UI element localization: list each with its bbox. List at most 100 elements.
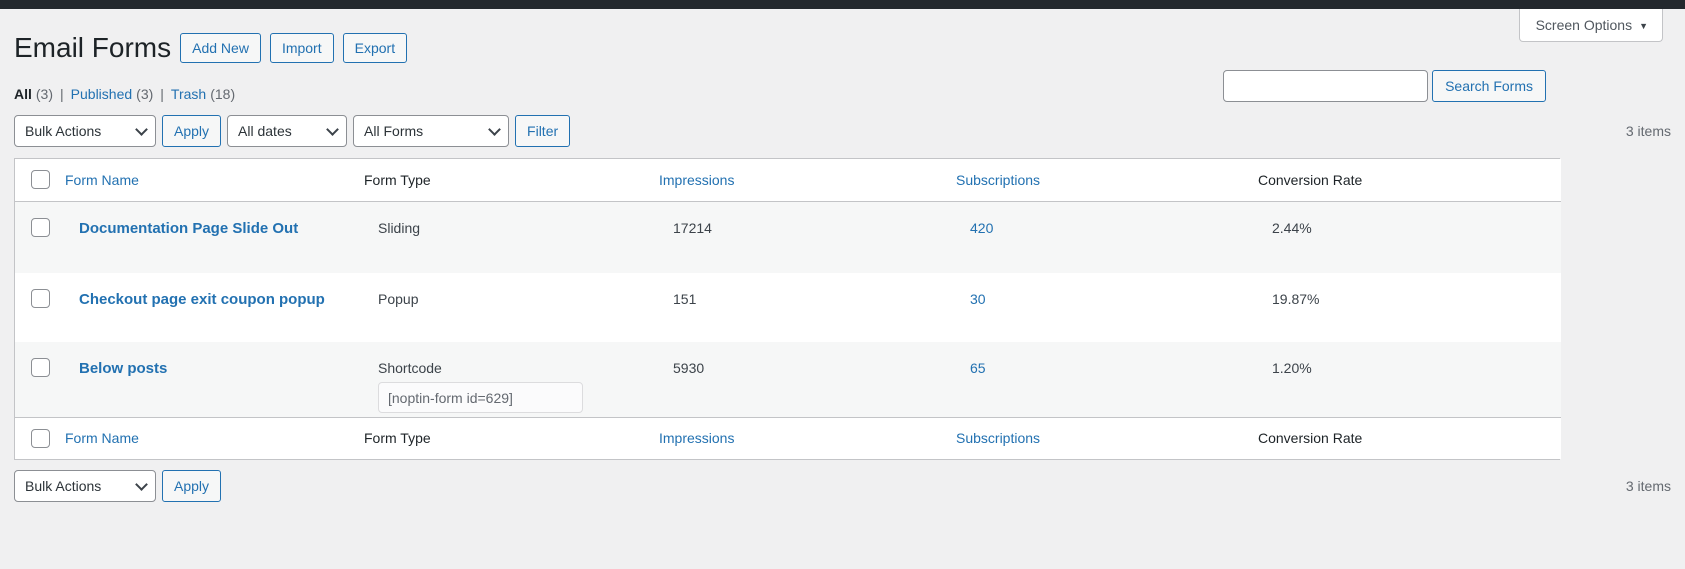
form-name-link[interactable]: Checkout page exit coupon popup bbox=[79, 291, 325, 308]
select-all-checkbox-bottom[interactable] bbox=[31, 429, 50, 448]
row-checkbox-wrap bbox=[15, 342, 65, 377]
column-footer-form-name[interactable]: Form Name bbox=[65, 417, 364, 459]
row-type-cell: Shortcode bbox=[364, 342, 659, 417]
row-name-cell: Checkout page exit coupon popup bbox=[65, 273, 364, 342]
status-filter-links: All (3) | Published (3) | Trash (18) bbox=[14, 86, 235, 102]
column-footer-form-type: Form Type bbox=[364, 417, 659, 459]
row-checkbox-cell bbox=[15, 273, 65, 342]
row-type-wrap: Popup bbox=[364, 273, 659, 307]
impressions-value: 5930 bbox=[673, 360, 704, 376]
filter-button[interactable]: Filter bbox=[515, 115, 570, 147]
row-impressions-cell: 5930 bbox=[659, 342, 956, 417]
tablenav-top-actions: Bulk Actions Apply All dates All Forms F… bbox=[14, 115, 570, 147]
row-subscriptions-wrap: 30 bbox=[956, 273, 1258, 307]
column-header-conversion-rate: Conversion Rate bbox=[1258, 159, 1561, 201]
import-button[interactable]: Import bbox=[270, 33, 334, 63]
shortcode-label: Shortcode bbox=[378, 360, 659, 376]
row-checkbox[interactable] bbox=[31, 289, 50, 308]
form-type-value: Popup bbox=[378, 291, 418, 307]
row-subscriptions-cell: 30 bbox=[956, 273, 1258, 342]
row-conversion-wrap: 19.87% bbox=[1258, 273, 1561, 307]
form-name-link[interactable]: Documentation Page Slide Out bbox=[79, 220, 298, 237]
search-input[interactable] bbox=[1223, 70, 1428, 102]
filter-link-all[interactable]: All bbox=[14, 86, 32, 102]
column-footer-conversion-rate: Conversion Rate bbox=[1258, 417, 1561, 459]
tablenav-bottom-actions: Bulk Actions Apply bbox=[14, 470, 221, 502]
subscriptions-link[interactable]: 65 bbox=[970, 360, 986, 376]
add-new-button[interactable]: Add New bbox=[180, 33, 261, 63]
filter-link-trash-wrap: Trash (18) bbox=[171, 86, 235, 102]
form-filter-select[interactable]: All Forms bbox=[353, 115, 509, 147]
row-name-wrap: Below posts bbox=[65, 342, 364, 377]
row-checkbox-align bbox=[15, 289, 65, 308]
row-impressions-wrap: 5930 bbox=[659, 342, 956, 376]
row-subscriptions-wrap: 420 bbox=[956, 202, 1258, 236]
export-button[interactable]: Export bbox=[343, 33, 407, 63]
column-footer-impressions[interactable]: Impressions bbox=[659, 417, 956, 459]
row-checkbox[interactable] bbox=[31, 218, 50, 237]
chevron-down-icon bbox=[135, 123, 148, 136]
row-conversion-cell: 19.87% bbox=[1258, 273, 1561, 342]
conversion-rate-value: 2.44% bbox=[1272, 220, 1312, 236]
select-all-checkbox-top[interactable] bbox=[31, 170, 50, 189]
row-type-cell: Sliding bbox=[364, 201, 659, 273]
select-all-header bbox=[15, 159, 65, 201]
column-header-form-type: Form Type bbox=[364, 159, 659, 201]
table-footer-row: Form Name Form Type Impressions Subscrip… bbox=[15, 417, 1561, 459]
screen-meta-links: Screen Options ▼ bbox=[1519, 9, 1663, 42]
search-forms-button[interactable]: Search Forms bbox=[1432, 70, 1546, 102]
column-header-impressions[interactable]: Impressions bbox=[659, 159, 956, 201]
row-subscriptions-cell: 420 bbox=[956, 201, 1258, 273]
column-footer-form-name-label: Form Name bbox=[65, 430, 139, 446]
forms-list-table: Form Name Form Type Impressions Subscrip… bbox=[14, 158, 1560, 460]
tablenav-top: Bulk Actions Apply All dates All Forms F… bbox=[14, 115, 1671, 147]
apply-button-bottom[interactable]: Apply bbox=[162, 470, 221, 502]
conversion-rate-value: 19.87% bbox=[1272, 291, 1319, 307]
screen-options-label: Screen Options bbox=[1536, 17, 1633, 33]
select-all-footer bbox=[15, 417, 65, 459]
select-all-wrap bbox=[15, 170, 65, 189]
form-name-link[interactable]: Below posts bbox=[79, 360, 167, 377]
row-name-cell: Below posts bbox=[65, 342, 364, 417]
row-checkbox[interactable] bbox=[31, 358, 50, 377]
row-name-cell: Documentation Page Slide Out bbox=[65, 201, 364, 273]
bulk-actions-select-bottom-label: Bulk Actions bbox=[25, 478, 101, 494]
column-footer-subscriptions[interactable]: Subscriptions bbox=[956, 417, 1258, 459]
apply-button-top[interactable]: Apply bbox=[162, 115, 221, 147]
admin-bar bbox=[0, 0, 1685, 9]
column-header-subscriptions-label: Subscriptions bbox=[956, 172, 1040, 188]
column-header-subscriptions[interactable]: Subscriptions bbox=[956, 159, 1258, 201]
shortcode-input[interactable] bbox=[378, 382, 583, 413]
form-filter-select-label: All Forms bbox=[364, 123, 423, 139]
column-header-form-type-label: Form Type bbox=[364, 172, 431, 188]
table-head: Form Name Form Type Impressions Subscrip… bbox=[15, 159, 1561, 201]
column-header-conversion-rate-label: Conversion Rate bbox=[1258, 172, 1362, 188]
row-subscriptions-wrap: 65 bbox=[956, 342, 1258, 376]
bulk-actions-select-bottom[interactable]: Bulk Actions bbox=[14, 470, 156, 502]
form-type-value: Sliding bbox=[378, 220, 420, 236]
table-row: Documentation Page Slide Out Sliding 172… bbox=[15, 201, 1561, 273]
chevron-down-icon bbox=[135, 478, 148, 491]
bulk-actions-select-top-label: Bulk Actions bbox=[25, 123, 101, 139]
table-row: Checkout page exit coupon popup Popup 15… bbox=[15, 273, 1561, 342]
row-checkbox-cell bbox=[15, 201, 65, 273]
filter-count-trash: (18) bbox=[210, 86, 235, 102]
filter-link-trash[interactable]: Trash bbox=[171, 86, 206, 102]
filter-link-all-wrap: All (3) bbox=[14, 86, 53, 102]
table-foot: Form Name Form Type Impressions Subscrip… bbox=[15, 417, 1561, 459]
subscriptions-link[interactable]: 420 bbox=[970, 220, 993, 236]
search-box: Search Forms bbox=[1223, 70, 1546, 102]
subscriptions-link[interactable]: 30 bbox=[970, 291, 986, 307]
screen-options-tab[interactable]: Screen Options ▼ bbox=[1519, 9, 1663, 42]
filter-link-published[interactable]: Published bbox=[71, 86, 133, 102]
column-header-form-name[interactable]: Form Name bbox=[65, 159, 364, 201]
row-type-wrap: Sliding bbox=[364, 202, 659, 236]
displaying-num-bottom: 3 items bbox=[1626, 470, 1671, 502]
row-conversion-cell: 2.44% bbox=[1258, 201, 1561, 273]
date-filter-select[interactable]: All dates bbox=[227, 115, 347, 147]
bulk-actions-select-top[interactable]: Bulk Actions bbox=[14, 115, 156, 147]
row-impressions-wrap: 17214 bbox=[659, 202, 956, 236]
row-impressions-cell: 151 bbox=[659, 273, 956, 342]
column-footer-conversion-rate-label: Conversion Rate bbox=[1258, 430, 1362, 446]
conversion-rate-value: 1.20% bbox=[1272, 360, 1312, 376]
